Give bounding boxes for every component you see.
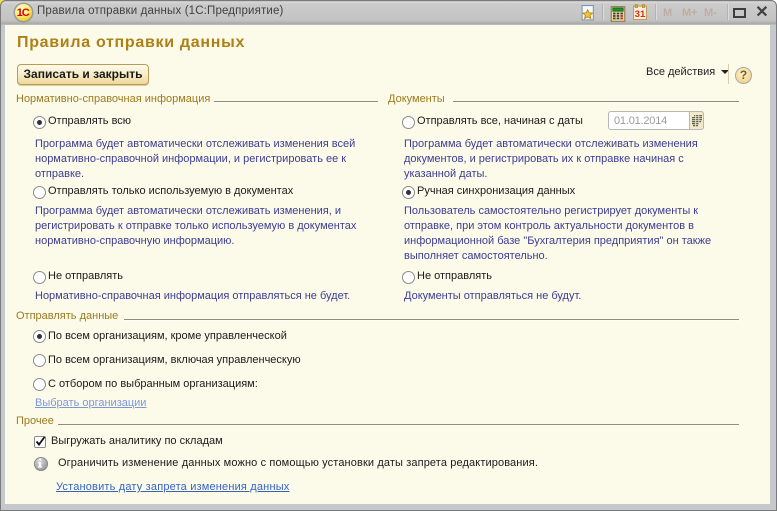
- svg-text:31: 31: [635, 9, 646, 20]
